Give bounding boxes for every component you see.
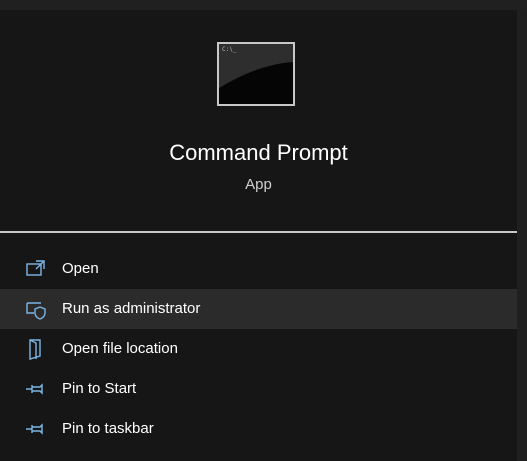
menu-item-open[interactable]: Open	[0, 249, 517, 289]
prompt-glyph: C:\_	[222, 46, 237, 53]
section-divider	[0, 231, 517, 233]
scroll-gutter[interactable]	[517, 10, 527, 461]
top-strip	[0, 0, 527, 10]
file-location-icon	[29, 339, 41, 360]
open-icon	[26, 260, 45, 276]
menu-item-label: Pin to taskbar	[62, 420, 154, 437]
app-icon-glare	[219, 44, 293, 88]
menu-item-pin-to-start[interactable]: Pin to Start	[0, 369, 517, 409]
menu-item-run-as-administrator[interactable]: Run as administrator	[0, 289, 517, 329]
action-menu: Open Run as administrator Open file loca…	[0, 249, 517, 449]
shield-icon	[26, 302, 46, 320]
menu-item-label: Pin to Start	[62, 380, 137, 397]
command-prompt-app-icon: C:\_	[217, 42, 295, 106]
app-type-label: App	[245, 176, 272, 193]
menu-item-label: Open file location	[62, 340, 178, 357]
pin-icon	[26, 423, 43, 435]
pin-icon	[26, 383, 43, 395]
menu-item-pin-to-taskbar[interactable]: Pin to taskbar	[0, 409, 517, 449]
menu-item-open-file-location[interactable]: Open file location	[0, 329, 517, 369]
menu-item-label: Open	[62, 260, 99, 277]
app-title: Command Prompt	[169, 140, 348, 165]
menu-item-label: Run as administrator	[62, 300, 201, 317]
start-menu-context-panel: C:\_ Command Prompt App Open Run as admi…	[0, 0, 527, 461]
